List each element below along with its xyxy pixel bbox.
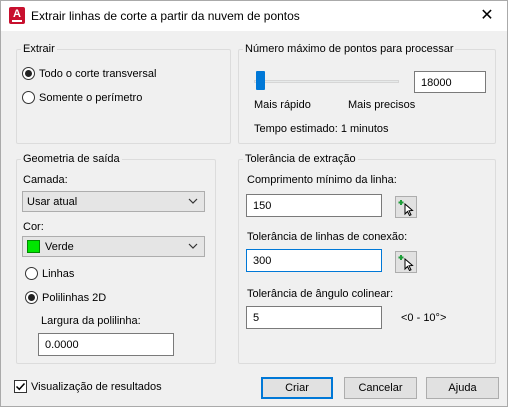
largura-label: Largura da polilinha:	[41, 315, 141, 327]
tolerancia-group-title: Tolerância de extração	[243, 152, 358, 166]
autocad-app-icon: A	[9, 7, 25, 24]
camada-label: Camada:	[23, 174, 68, 186]
pontos-group-title: Número máximo de pontos para processar	[243, 42, 456, 56]
pick-point-icon	[398, 255, 414, 272]
radio-todo-corte[interactable]	[22, 67, 35, 80]
close-icon: ✕	[480, 7, 494, 24]
radio-linhas-label[interactable]: Linhas	[42, 267, 74, 281]
conexao-label: Tolerância de linhas de conexão:	[247, 231, 408, 243]
ajuda-button[interactable]: Ajuda	[426, 377, 499, 399]
cor-select[interactable]: Verde	[22, 236, 205, 257]
chevron-down-icon	[188, 243, 198, 249]
slider-label-precise: Mais precisos	[348, 99, 416, 111]
largura-input[interactable]: 0.0000	[38, 333, 174, 356]
radio-polilinhas-2d-label[interactable]: Polilinhas 2D	[42, 291, 106, 305]
tempo-estimado: Tempo estimado: 1 minutos	[254, 123, 389, 135]
radio-todo-corte-label[interactable]: Todo o corte transversal	[39, 67, 156, 81]
pick-comprimento-button[interactable]	[395, 196, 417, 218]
criar-button[interactable]: Criar	[261, 377, 333, 399]
slider-label-fast: Mais rápido	[254, 99, 311, 111]
angulo-input[interactable]: 5	[246, 306, 382, 329]
preview-checkbox[interactable]	[14, 380, 27, 393]
color-swatch	[27, 240, 40, 253]
camada-select[interactable]: Usar atual	[22, 191, 205, 212]
angulo-range-label: <0 - 10°>	[401, 312, 447, 324]
comprimento-input[interactable]: 150	[246, 194, 382, 217]
chevron-down-icon	[188, 198, 198, 204]
radio-somente-perimetro[interactable]	[22, 91, 35, 104]
radio-polilinhas-2d[interactable]	[25, 291, 38, 304]
close-button[interactable]: ✕	[467, 1, 507, 31]
title-bar: A Extrair linhas de corte a partir da nu…	[1, 1, 507, 31]
extrair-group-title: Extrair	[21, 42, 57, 56]
preview-checkbox-label[interactable]: Visualização de resultados	[31, 380, 162, 394]
pontos-slider-thumb[interactable]	[256, 71, 265, 90]
comprimento-label: Comprimento mínimo da linha:	[247, 174, 397, 186]
radio-somente-perimetro-label[interactable]: Somente o perímetro	[39, 91, 142, 105]
pontos-max-input[interactable]: 18000	[414, 71, 486, 93]
dialog-title: Extrair linhas de corte a partir da nuve…	[31, 9, 300, 23]
pontos-slider-track[interactable]	[254, 80, 399, 83]
angulo-label: Tolerância de ângulo colinear:	[247, 288, 394, 300]
dialog-window: A Extrair linhas de corte a partir da nu…	[0, 0, 508, 407]
radio-linhas[interactable]	[25, 267, 38, 280]
pick-conexao-button[interactable]	[395, 251, 417, 273]
cancelar-button[interactable]: Cancelar	[344, 377, 417, 399]
geometria-group-title: Geometria de saída	[21, 152, 122, 166]
conexao-input[interactable]: 300	[246, 249, 382, 272]
check-icon	[15, 382, 26, 391]
cor-label: Cor:	[23, 221, 44, 233]
pick-point-icon	[398, 200, 414, 217]
